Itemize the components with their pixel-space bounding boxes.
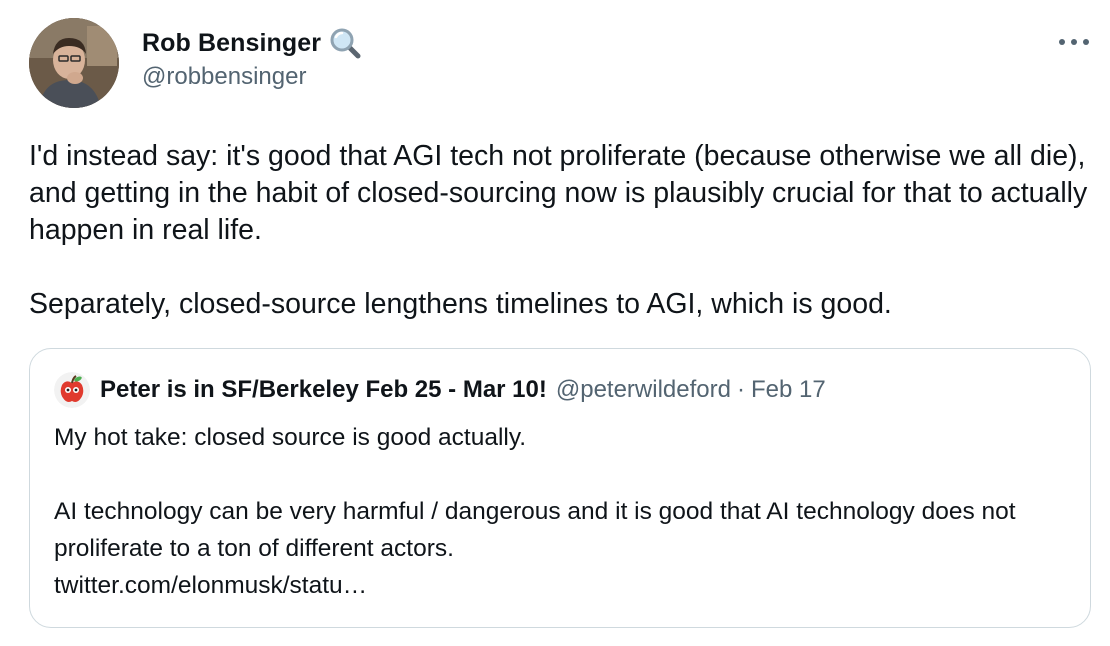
tweet-paragraph: Separately, closed-source lengthens time… — [29, 288, 892, 320]
quoted-paragraph: My hot take: closed source is good actua… — [54, 424, 527, 451]
tweet-card: Rob Bensinger @robbensinger I'd instead … — [0, 0, 1110, 646]
quoted-tweet[interactable]: Peter is in SF/Berkeley Feb 25 - Mar 10!… — [29, 348, 1091, 628]
magnifying-glass-icon — [329, 27, 363, 59]
author-display-name[interactable]: Rob Bensinger — [142, 29, 321, 58]
author-name-row: Rob Bensinger — [142, 26, 363, 60]
more-dot — [1083, 39, 1089, 45]
quoted-date: Feb 17 — [750, 376, 826, 403]
quoted-handle: @peterwildeford — [555, 376, 731, 403]
quoted-paragraph-text: AI technology can be very harmful / dang… — [54, 498, 1016, 562]
quoted-tweet-header: Peter is in SF/Berkeley Feb 25 - Mar 10!… — [54, 371, 826, 409]
quoted-display-name: Peter is in SF/Berkeley Feb 25 - Mar 10! — [100, 376, 547, 403]
apple-avatar-icon[interactable] — [54, 372, 90, 408]
author-block: Rob Bensinger @robbensinger — [142, 26, 363, 91]
quoted-link[interactable]: twitter.com/elonmusk/statu… — [54, 572, 367, 599]
author-photo — [29, 18, 119, 108]
more-dot — [1071, 39, 1077, 45]
tweet-text: I'd instead say: it's good that AGI tech… — [29, 138, 1099, 323]
more-options-icon[interactable] — [1056, 30, 1092, 54]
author-handle[interactable]: @robbensinger — [142, 63, 363, 91]
quoted-tweet-text: My hot take: closed source is good actua… — [54, 419, 1064, 604]
author-avatar[interactable] — [29, 18, 119, 108]
separator-dot: · — [736, 376, 745, 403]
more-dot — [1059, 39, 1065, 45]
tweet-paragraph: I'd instead say: it's good that AGI tech… — [29, 140, 1088, 246]
quoted-paragraph: AI technology can be very harmful / dang… — [54, 493, 1064, 604]
